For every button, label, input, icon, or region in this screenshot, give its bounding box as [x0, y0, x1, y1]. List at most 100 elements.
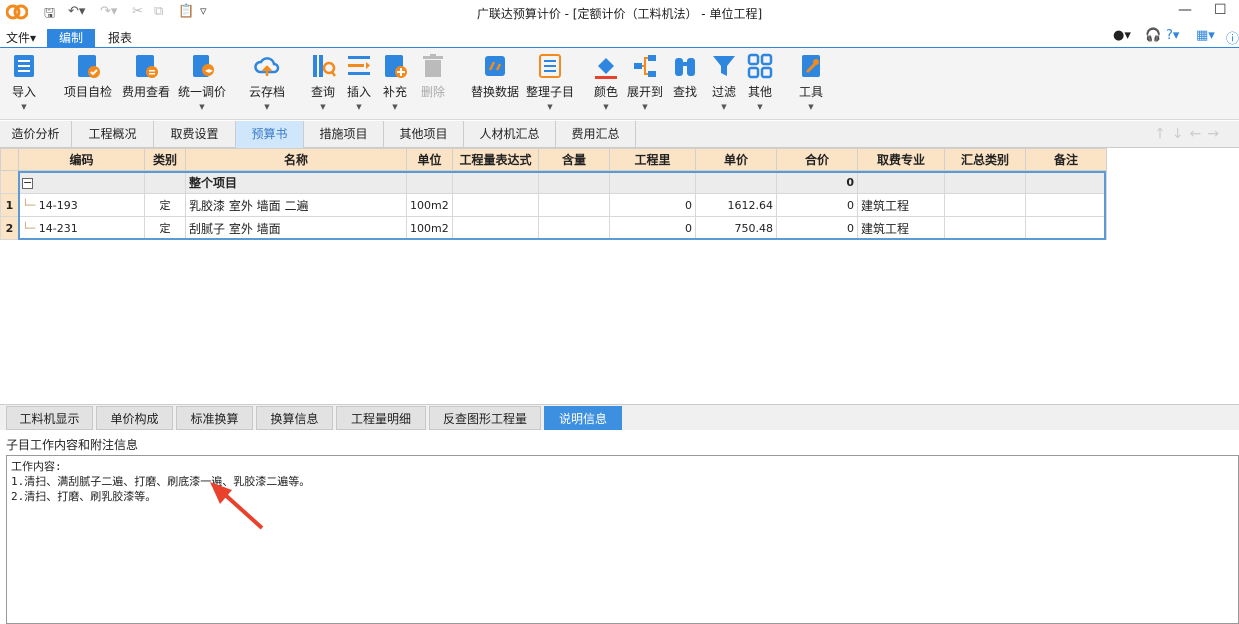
- cell-fee-major[interactable]: 建筑工程: [857, 193, 945, 217]
- menu-file[interactable]: 文件▾: [0, 29, 42, 48]
- col-unit-price[interactable]: 单价: [695, 148, 777, 171]
- tools-button[interactable]: 工具 ▼: [797, 52, 825, 111]
- delete-button[interactable]: 删除: [418, 52, 448, 100]
- tab-fee-summary[interactable]: 费用汇总: [556, 121, 636, 148]
- menu-edit[interactable]: 编制: [47, 29, 96, 48]
- cell-unit[interactable]: 100m2: [406, 193, 453, 217]
- col-code[interactable]: 编码: [18, 148, 145, 171]
- cell-code[interactable]: └─ 14-193: [18, 193, 145, 217]
- import-button[interactable]: 导入 ▼: [8, 52, 40, 111]
- fee-view-button[interactable]: 费用查看: [120, 52, 172, 100]
- price-adjust-label: 统一调价: [177, 85, 226, 99]
- cell-unit-price[interactable]: 1612.64: [695, 193, 777, 217]
- tab-measures[interactable]: 措施项目: [304, 121, 384, 148]
- cloud-upload-icon: [254, 57, 280, 76]
- table-row[interactable]: 2 └─ 14-231 定 刮腻子 室外 墙面 100m2 0 750.48 0…: [0, 216, 1107, 240]
- col-content[interactable]: 含量: [538, 148, 610, 171]
- supplement-button[interactable]: 补充 ▼: [380, 52, 410, 111]
- cell-total[interactable]: 0: [776, 216, 858, 240]
- query-button[interactable]: 查询 ▼: [308, 52, 338, 111]
- cell-type[interactable]: 定: [144, 216, 186, 240]
- tab-price-composition[interactable]: 单价构成: [96, 406, 173, 430]
- cell-total[interactable]: 0: [776, 170, 858, 194]
- minimize-icon[interactable]: —: [1178, 2, 1192, 18]
- info-textarea[interactable]: 工作内容: 1.清扫、满刮腻子二遍、打磨、刷底漆一遍、乳胶漆二遍等。 2.清扫、…: [6, 455, 1239, 624]
- cell-code[interactable]: └─ 14-231: [18, 216, 145, 240]
- query-label: 查询: [310, 85, 335, 99]
- apps-icon[interactable]: ▦▾: [1196, 28, 1215, 43]
- cell-type[interactable]: 定: [144, 193, 186, 217]
- col-fee-major[interactable]: 取费专业: [857, 148, 945, 171]
- info-subheading: 子目工作内容和附注信息: [6, 438, 139, 452]
- table-row[interactable]: 1 └─ 14-193 定 乳胶漆 室外 墙面 二遍 100m2 0 1612.…: [0, 193, 1107, 217]
- col-summary-type[interactable]: 汇总类别: [944, 148, 1026, 171]
- info-line: 1.清扫、满刮腻子二遍、打磨、刷底漆一遍、乳胶漆二遍等。: [11, 475, 311, 488]
- tab-reverse-lookup[interactable]: 反查图形工程量: [429, 406, 541, 430]
- replace-data-button[interactable]: 替换数据: [470, 52, 520, 100]
- price-adjust-button[interactable]: ◂▸ 统一调价 ▼: [176, 52, 228, 111]
- maximize-icon[interactable]: ☐: [1214, 2, 1227, 18]
- col-remark[interactable]: 备注: [1025, 148, 1107, 171]
- info-icon[interactable]: ⓘ: [1226, 28, 1239, 47]
- menu-report[interactable]: 报表: [102, 29, 138, 48]
- filter-button[interactable]: 过滤 ▼: [710, 52, 738, 111]
- cell-name[interactable]: 乳胶漆 室外 墙面 二遍: [185, 193, 407, 217]
- annotation-arrow-icon: [210, 482, 264, 530]
- import-icon: [14, 55, 34, 77]
- expand-to-button[interactable]: 展开到 ▼: [626, 52, 664, 111]
- tools-label: 工具: [798, 85, 823, 99]
- budget-table: 编码 类别 名称 单位 工程量表达式 含量 工程里 单价 合价 取费专业 汇总类…: [0, 148, 1107, 240]
- expand-to-label: 展开到: [626, 85, 663, 99]
- cell-total[interactable]: 0: [776, 193, 858, 217]
- self-check-button[interactable]: 项目自检: [62, 52, 114, 100]
- fee-view-label: 费用查看: [121, 85, 170, 99]
- other-icon: [747, 53, 773, 79]
- help-icon[interactable]: ?▾: [1166, 28, 1179, 43]
- col-qty[interactable]: 工程里: [609, 148, 696, 171]
- tab-fee-settings[interactable]: 取费设置: [154, 121, 236, 148]
- cell-qty[interactable]: 0: [609, 216, 696, 240]
- row-number[interactable]: 2: [0, 216, 19, 240]
- table-header: 编码 类别 名称 单位 工程量表达式 含量 工程里 单价 合价 取费专业 汇总类…: [0, 148, 1107, 171]
- tab-budget-book[interactable]: 预算书: [236, 121, 304, 148]
- tab-resource-summary[interactable]: 人材机汇总: [464, 121, 556, 148]
- cell-name[interactable]: 刮腻子 室外 墙面: [185, 216, 407, 240]
- table-row-project[interactable]: − 整个项目 0: [0, 170, 1107, 194]
- move-arrows-icon[interactable]: ↑↓←→: [1154, 126, 1225, 142]
- col-total[interactable]: 合价: [776, 148, 858, 171]
- find-button[interactable]: 查找: [671, 52, 699, 100]
- module-tabs: 造价分析 工程概况 取费设置 预算书 措施项目 其他项目 人材机汇总 费用汇总 …: [0, 121, 1239, 148]
- tab-standard-conversion[interactable]: 标准换算: [176, 406, 253, 430]
- col-qty-expr[interactable]: 工程量表达式: [452, 148, 539, 171]
- insert-button[interactable]: 插入 ▼: [344, 52, 374, 111]
- tab-conversion-info[interactable]: 换算信息: [256, 406, 333, 430]
- supplement-label: 补充: [382, 85, 407, 99]
- col-type[interactable]: 类别: [144, 148, 186, 171]
- tab-description[interactable]: 说明信息: [544, 406, 622, 430]
- row-number[interactable]: 1: [0, 193, 19, 217]
- cell-unit-price[interactable]: 750.48: [695, 216, 777, 240]
- cloud-archive-button[interactable]: 云存档 ▼: [246, 52, 288, 111]
- cell-name[interactable]: 整个项目: [185, 170, 407, 194]
- info-line: 工作内容:: [11, 460, 62, 473]
- avatar[interactable]: ●▾: [1113, 28, 1131, 43]
- color-button[interactable]: 颜色 ▼: [592, 52, 620, 111]
- col-unit[interactable]: 单位: [406, 148, 453, 171]
- cell-code-text: 14-231: [38, 221, 78, 235]
- cell-unit[interactable]: 100m2: [406, 216, 453, 240]
- tab-resource-display[interactable]: 工料机显示: [6, 406, 93, 430]
- headset-icon[interactable]: 🎧: [1145, 28, 1161, 43]
- collapse-icon[interactable]: −: [22, 177, 33, 189]
- tab-qty-detail[interactable]: 工程量明细: [336, 406, 426, 430]
- organize-button[interactable]: 整理子目 ▼: [524, 52, 576, 111]
- cell-fee-major[interactable]: 建筑工程: [857, 216, 945, 240]
- corner-cell[interactable]: [0, 148, 19, 171]
- tab-other-items[interactable]: 其他项目: [384, 121, 464, 148]
- col-name[interactable]: 名称: [185, 148, 407, 171]
- other-button[interactable]: 其他 ▼: [746, 52, 774, 111]
- tab-project-overview[interactable]: 工程概况: [72, 121, 154, 148]
- tab-cost-analysis[interactable]: 造价分析: [0, 121, 72, 148]
- replace-data-label: 替换数据: [470, 85, 519, 99]
- supplement-icon: [385, 55, 407, 78]
- cell-qty[interactable]: 0: [609, 193, 696, 217]
